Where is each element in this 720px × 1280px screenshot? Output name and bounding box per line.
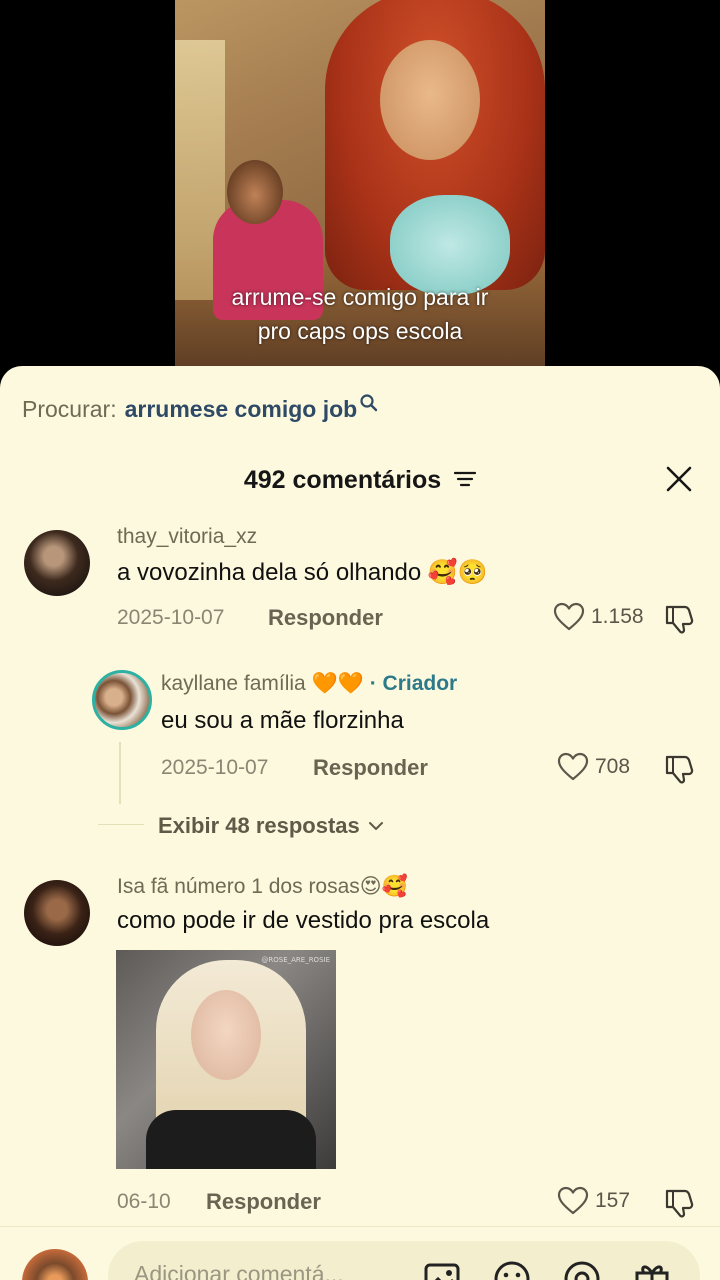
comments-count-title[interactable]: 492 comentários <box>0 466 720 495</box>
dislike-icon[interactable] <box>664 752 696 784</box>
reply-button[interactable]: Responder <box>268 605 383 631</box>
search-icon <box>360 393 378 411</box>
search-term[interactable]: arrumese comigo job <box>125 396 358 423</box>
comment-date: 2025-10-07 <box>161 756 269 779</box>
video-caption: arrume-se comigo para ir pro caps ops es… <box>0 280 720 348</box>
like-count: 708 <box>595 755 631 778</box>
avatar[interactable] <box>92 670 152 730</box>
comment-text: como pode ir de vestido pra escola <box>117 907 490 934</box>
comment-date: 06-10 <box>117 1190 171 1213</box>
avatar[interactable] <box>24 880 90 946</box>
reply-button[interactable]: Responder <box>206 1189 321 1215</box>
comment-text: eu sou a mãe florzinha <box>161 707 404 734</box>
comments-header: 492 comentários <box>0 466 720 506</box>
chevron-down-icon <box>368 822 383 830</box>
view-replies-label: Exibir 48 respostas <box>158 813 360 838</box>
search-prefix: Procurar: <box>22 396 117 422</box>
view-replies-button[interactable]: Exibir 48 respostas <box>158 813 384 839</box>
gift-icon[interactable] <box>632 1259 672 1280</box>
comment-text: a vovozinha dela só olhando 🥰🥺 <box>117 559 488 586</box>
comment-date: 2025-10-07 <box>117 606 225 629</box>
like-count: 157 <box>595 1189 631 1212</box>
sort-icon[interactable] <box>454 470 477 488</box>
video-player[interactable]: arrume-se comigo para ir pro caps ops es… <box>0 0 720 380</box>
comment-input-bar <box>0 1226 720 1280</box>
like-count: 1.158 <box>591 605 644 628</box>
dislike-icon[interactable] <box>664 1186 696 1218</box>
image-watermark: @ROSE_ARE_ROSIE <box>261 956 330 964</box>
comment-username[interactable]: kayllane família 🧡🧡 · Criador <box>161 672 457 696</box>
creator-badge: · Criador <box>369 672 458 695</box>
dislike-icon[interactable] <box>664 602 696 634</box>
image-icon[interactable] <box>422 1259 462 1280</box>
like-button[interactable]: 708 <box>557 752 630 782</box>
mention-icon[interactable] <box>562 1259 602 1280</box>
comment-input-wrapper[interactable] <box>108 1241 700 1280</box>
thread-line <box>119 742 121 804</box>
creator-username: kayllane família <box>161 672 306 695</box>
caption-line-2: pro caps ops escola <box>257 318 463 344</box>
avatar[interactable] <box>24 530 90 596</box>
comments-count: 492 comentários <box>243 466 442 494</box>
comment-input[interactable] <box>134 1261 404 1280</box>
emoji-icon[interactable] <box>492 1259 532 1280</box>
comment-username[interactable]: Isa fã número 1 dos rosas😍🥰 <box>117 874 408 899</box>
search-suggestion[interactable]: Procurar: arrumese comigo job <box>22 393 379 423</box>
my-avatar <box>22 1249 88 1280</box>
username-hearts: 🧡🧡 <box>311 672 364 695</box>
replies-divider <box>98 824 144 825</box>
comment-attachment-image[interactable]: @ROSE_ARE_ROSIE <box>116 950 336 1169</box>
like-button[interactable]: 1.158 <box>553 602 644 632</box>
comment-username[interactable]: thay_vitoria_xz <box>117 525 257 549</box>
heart-icon <box>553 602 585 631</box>
reply-button[interactable]: Responder <box>313 755 428 781</box>
caption-line-1: arrume-se comigo para ir <box>231 284 489 310</box>
heart-icon <box>557 752 589 781</box>
like-button[interactable]: 157 <box>557 1186 630 1216</box>
heart-icon <box>557 1186 589 1215</box>
close-icon[interactable] <box>664 464 694 494</box>
